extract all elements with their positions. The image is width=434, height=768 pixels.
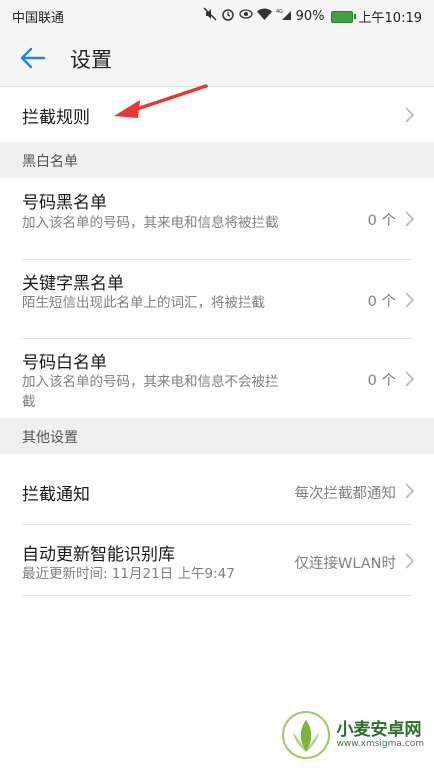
item-label: 号码白名单 [22, 353, 107, 373]
eye-icon [238, 7, 253, 26]
back-button[interactable] [18, 44, 50, 74]
page-title: 设置 [70, 48, 112, 72]
watermark: 小麦安卓网 www.xmsigma.com [281, 710, 424, 760]
chevron-right-icon [405, 371, 414, 387]
item-description: 最近更新时间: 11月21日 上午9:47 [22, 566, 235, 582]
battery-percent: 90% [295, 9, 325, 24]
chevron-right-icon [405, 292, 414, 308]
block-rules-item[interactable]: 拦截规则 [0, 87, 434, 142]
section-title: 其他设置 [22, 430, 78, 446]
block-notification-item[interactable]: 拦截通知 每次拦截都通知 [0, 454, 434, 524]
battery-icon [330, 10, 356, 23]
auto-update-item[interactable]: 自动更新智能识别库 最近更新时间: 11月21日 上午9:47 仅连接WLAN时 [0, 525, 434, 595]
svg-text:4G: 4G [276, 9, 283, 15]
section-header-blackwhite: 黑白名单 [0, 142, 434, 178]
item-label: 号码黑名单 [22, 193, 107, 213]
item-label: 关键字黑名单 [22, 274, 124, 294]
carrier-name: 中国联通 [12, 11, 65, 26]
section-title: 黑白名单 [22, 154, 78, 170]
chevron-right-icon [405, 107, 414, 123]
item-label: 拦截通知 [22, 485, 90, 505]
watermark-url: www.xmsigma.com [336, 739, 424, 749]
item-value: 每次拦截都通知 [294, 486, 397, 502]
watermark-text: 小麦安卓网 [336, 720, 422, 740]
item-value: 仅连接WLAN时 [294, 556, 396, 572]
cell-signal-icon: 4G [276, 8, 292, 26]
item-label: 自动更新智能识别库 [22, 545, 175, 565]
number-blacklist-item[interactable]: 号码黑名单 加入该名单的号码，其来电和信息将被拦截 0 个 [0, 178, 434, 259]
chevron-right-icon [405, 553, 414, 569]
keyword-blacklist-item[interactable]: 关键字黑名单 陌生短信出现此名单上的词汇，将被拦截 0 个 [0, 260, 434, 338]
watermark-text-block: 小麦安卓网 www.xmsigma.com [337, 721, 424, 749]
chevron-right-icon [405, 211, 414, 227]
item-count: 0 个 [367, 373, 396, 389]
back-arrow-icon [20, 47, 46, 69]
status-bar: 中国联通 4G 90% 上午10:19 [0, 0, 434, 32]
alarm-icon [221, 7, 235, 26]
section-header-other: 其他设置 [0, 418, 434, 454]
chevron-right-icon [405, 483, 414, 499]
item-count: 0 个 [367, 213, 396, 229]
item-count: 0 个 [367, 294, 396, 310]
watermark-logo-icon [281, 711, 330, 759]
app-bar: 设置 [0, 32, 434, 87]
item-description: 加入该名单的号码，其来电和信息不会被拦截 [22, 374, 279, 410]
clock: 上午10:19 [358, 11, 422, 26]
item-description: 陌生短信出现此名单上的词汇，将被拦截 [22, 295, 265, 311]
wifi-icon [256, 8, 272, 26]
item-description: 加入该名单的号码，其来电和信息将被拦截 [22, 215, 279, 231]
mute-icon [203, 7, 217, 26]
status-icons: 4G 90% 上午10:19 [203, 7, 422, 26]
block-rules-label: 拦截规则 [22, 108, 90, 128]
divider [22, 595, 412, 596]
number-whitelist-item[interactable]: 号码白名单 加入该名单的号码，其来电和信息不会被拦截 0 个 [0, 339, 434, 417]
